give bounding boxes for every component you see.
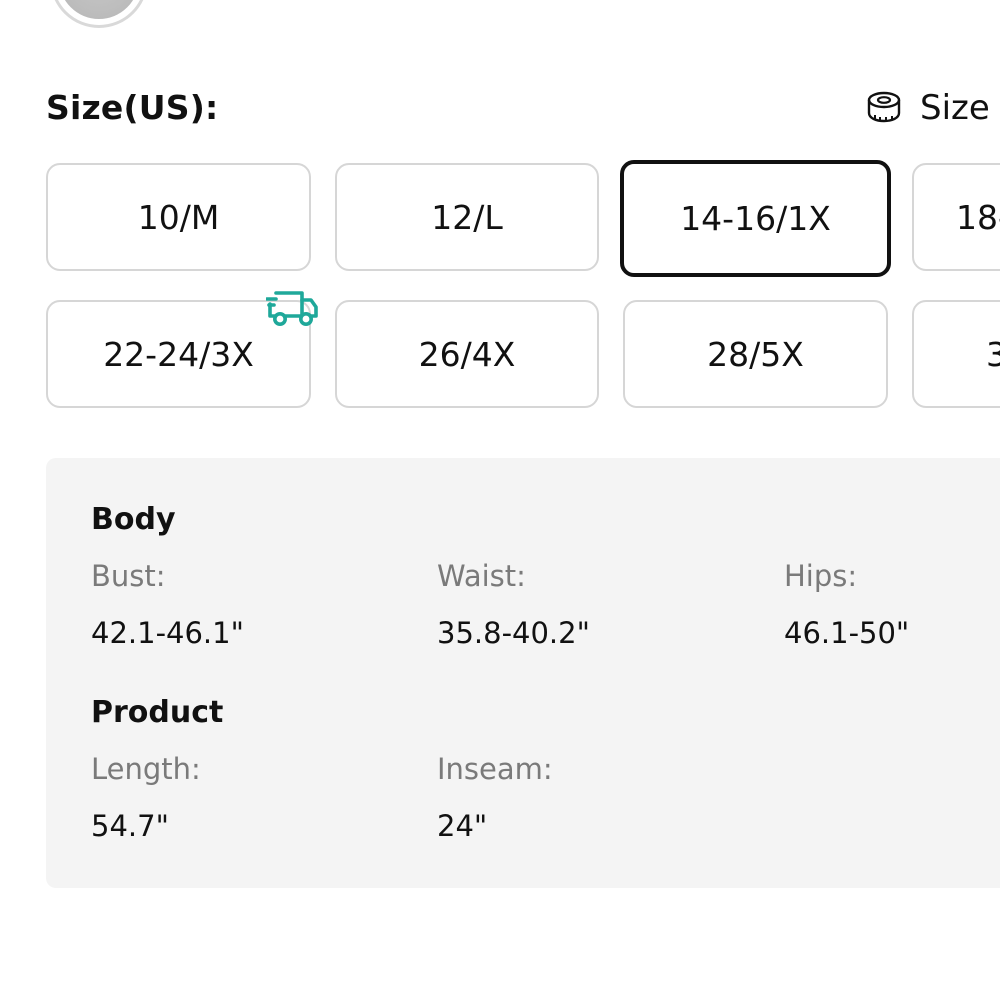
waist-label: Waist: [437,559,526,593]
size-option-label: 3 [986,335,1000,374]
size-option-28-5x[interactable]: 28/5X [623,300,888,408]
bust-label: Bust: [91,559,166,593]
waist-value: 35.8-40.2" [437,616,590,650]
measurements-panel: Body Bust: 42.1-46.1" Waist: 35.8-40.2" … [46,458,1000,888]
size-option-18[interactable]: 18- [912,163,1000,271]
size-option-label: 26/4X [418,334,516,374]
size-option-12l[interactable]: 12/L [335,163,599,271]
size-option-label: 22-24/3X [103,334,254,374]
body-section-title: Body [91,502,176,537]
size-guide-link[interactable]: Size [866,88,990,128]
size-guide-label: Size [920,88,990,128]
measuring-tape-icon [867,91,901,123]
fast-shipping-truck-icon [266,291,318,326]
size-option-label: 12/L [431,197,503,237]
hips-label: Hips: [784,559,858,593]
inseam-value: 24" [437,809,488,843]
hips-value: 46.1-50" [784,616,910,650]
size-option-26-4x[interactable]: 26/4X [335,300,599,408]
size-option-14-16-1x[interactable]: 14-16/1X [620,160,891,277]
product-size-section: Size(US): Size 10/M 12/L 14-16/1X 18- 22… [0,0,1000,1000]
size-option-label: 14-16/1X [680,199,831,238]
inseam-label: Inseam: [437,752,553,786]
size-title: Size(US): [46,88,219,127]
size-option-label: 18- [956,197,1000,237]
size-option-3[interactable]: 3 [912,300,1000,408]
color-swatch[interactable] [50,0,148,28]
length-label: Length: [91,752,201,786]
size-option-label: 28/5X [707,334,804,374]
size-option-10m[interactable]: 10/M [46,163,311,271]
product-section-title: Product [91,695,224,730]
length-value: 54.7" [91,809,169,843]
size-option-label: 10/M [137,197,220,237]
bust-value: 42.1-46.1" [91,616,244,650]
